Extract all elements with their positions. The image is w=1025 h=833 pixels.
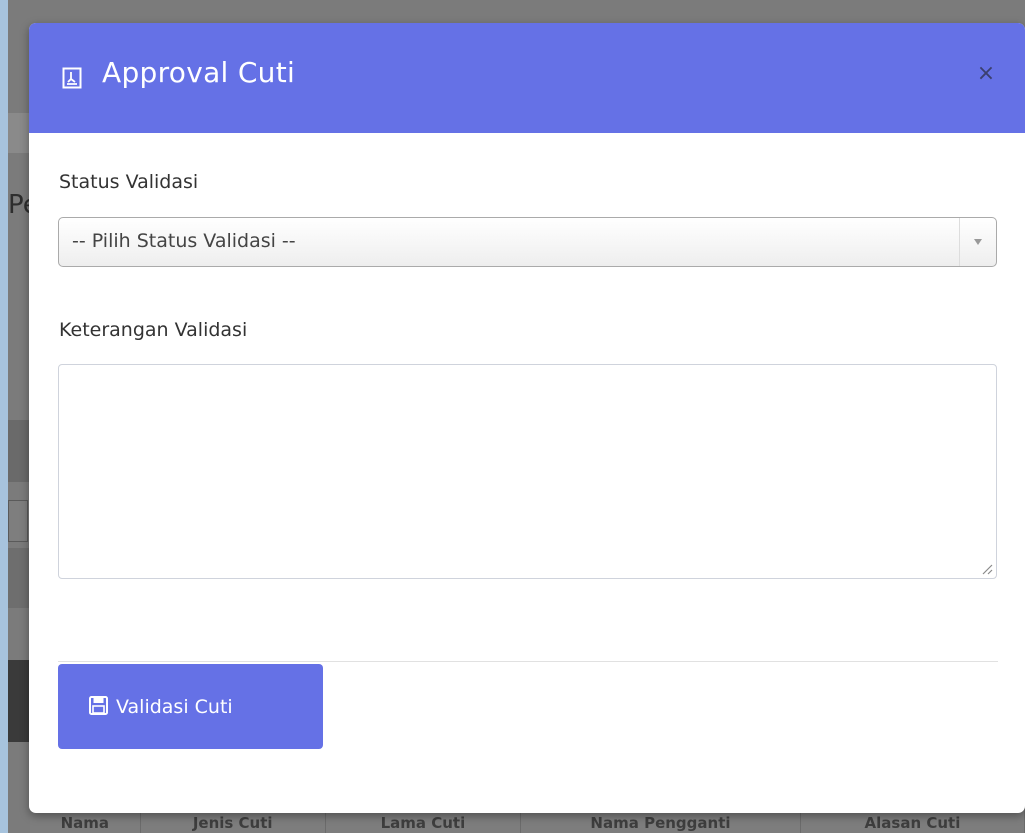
resize-handle-icon[interactable] [979,561,993,575]
modal-header: Approval Cuti × [29,23,1025,133]
validasi-cuti-label: Validasi Cuti [116,696,233,718]
select-selected-value: -- Pilih Status Validasi -- [72,230,296,252]
footer-divider [58,661,998,662]
background-cell [8,500,28,542]
close-button[interactable]: × [974,59,998,89]
select-dropdown-toggle[interactable] [959,218,996,266]
chevron-down-icon [974,239,982,245]
approval-cuti-modal: Approval Cuti × Status Validasi -- Pilih… [29,23,1025,813]
document-icon [62,67,82,89]
status-validasi-select[interactable]: -- Pilih Status Validasi -- [58,217,997,267]
status-validasi-label: Status Validasi [59,171,199,193]
validasi-cuti-button[interactable]: Validasi Cuti [58,664,323,749]
modal-title: Approval Cuti [102,56,296,89]
keterangan-validasi-textarea[interactable] [58,364,997,579]
save-icon [89,696,108,715]
keterangan-validasi-label: Keterangan Validasi [59,319,248,341]
